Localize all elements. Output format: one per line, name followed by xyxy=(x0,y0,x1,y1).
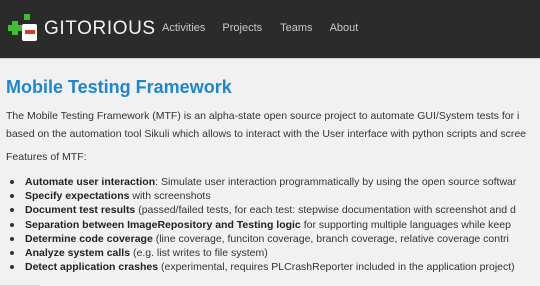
feature-name: Detect application crashes xyxy=(25,261,159,274)
feature-detail: (e.g. list writes to file system) xyxy=(130,247,268,260)
logo-text: GITORIOUS xyxy=(44,18,156,39)
feature-item: Specify expectations with screenshots xyxy=(10,189,516,203)
main-nav: Activities Projects Teams About xyxy=(162,22,358,34)
nav-projects-link[interactable]: Projects xyxy=(222,22,262,34)
feature-detail: : Simulate user interaction programmatic… xyxy=(155,176,517,188)
feature-item: Determine code coverage (line coverage, … xyxy=(10,232,516,246)
feature-name: Automate user interaction xyxy=(25,176,156,188)
feature-name: Specify expectations xyxy=(25,190,130,203)
feature-name: Document test results xyxy=(25,204,136,217)
feature-item: Document test results (passed/failed tes… xyxy=(10,203,516,217)
feature-item: Detect application crashes (experimental… xyxy=(10,260,516,274)
features-heading: Features of MTF: xyxy=(6,151,87,163)
features-list: Automate user interaction: Simulate user… xyxy=(10,175,516,274)
description-line: The Mobile Testing Framework (MTF) is an… xyxy=(6,110,520,122)
gitorious-plus-minus-icon xyxy=(6,12,40,46)
feature-detail: with screenshots xyxy=(129,190,211,203)
project-title: Mobile Testing Framework xyxy=(6,77,232,97)
feature-detail: (experimental, requires PLCrashReporter … xyxy=(158,261,515,274)
feature-item: Automate user interaction: Simulate user… xyxy=(10,175,516,189)
nav-about-link[interactable]: About xyxy=(330,22,359,34)
feature-detail: (line coverage, funciton coverage, branc… xyxy=(152,232,509,245)
feature-detail: for supporting multiple languages while … xyxy=(300,218,511,231)
feature-name: Determine code coverage xyxy=(25,232,153,245)
feature-name: Analyze system calls xyxy=(25,247,131,260)
feature-item: Analyze system calls (e.g. list writes t… xyxy=(10,246,516,260)
description-line: based on the automation tool Sikuli whic… xyxy=(6,128,527,140)
project-description: The Mobile Testing Framework (MTF) is an… xyxy=(6,107,526,143)
project-content: Mobile Testing Framework The Mobile Test… xyxy=(0,58,540,286)
feature-item: Separation between ImageRepository and T… xyxy=(10,218,516,232)
nav-activities-link[interactable]: Activities xyxy=(162,22,205,34)
feature-detail: (passed/failed tests, for each test: ste… xyxy=(135,204,516,217)
nav-teams-link[interactable]: Teams xyxy=(280,22,312,34)
top-navigation-bar: GITORIOUS Activities Projects Teams Abou… xyxy=(0,0,540,58)
feature-name: Separation between ImageRepository and T… xyxy=(25,218,301,231)
gitorious-logo[interactable]: GITORIOUS xyxy=(6,12,156,46)
